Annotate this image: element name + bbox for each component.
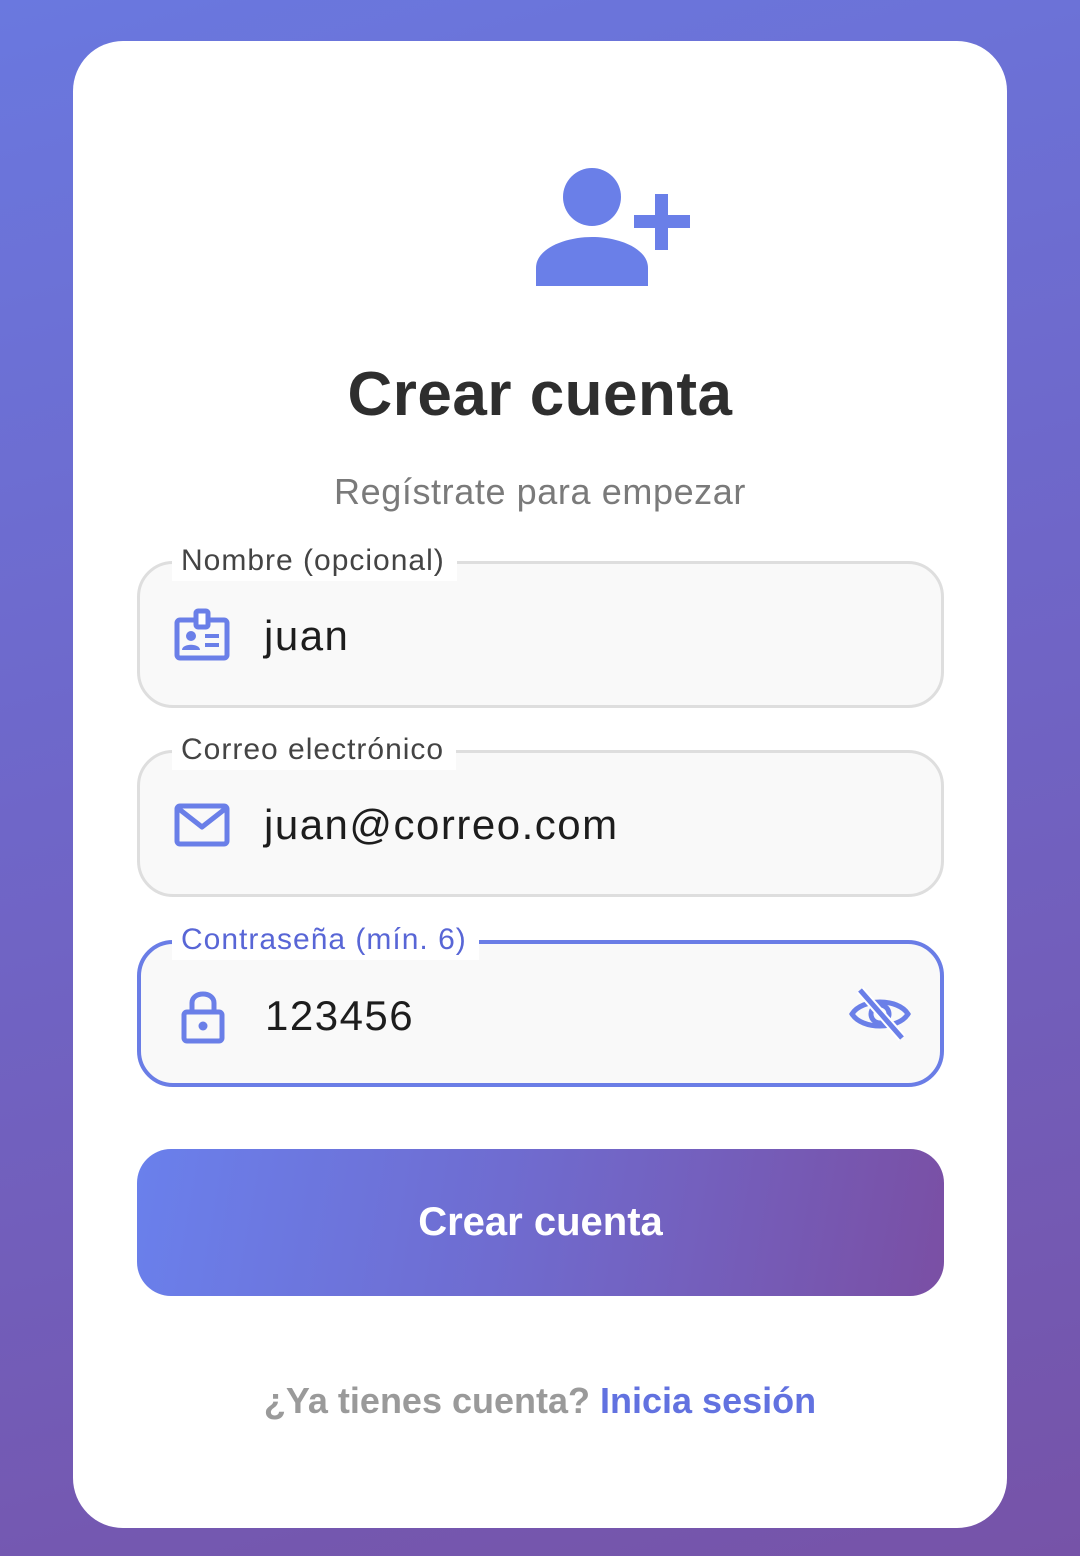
page-subtitle: Regístrate para empezar xyxy=(334,471,746,512)
email-field-label: Correo electrónico xyxy=(172,730,457,770)
name-field-label: Nombre (opcional) xyxy=(172,541,457,581)
password-input[interactable]: 123456 xyxy=(265,988,414,1044)
login-prompt-text: ¿Ya tienes cuenta? xyxy=(263,1380,590,1421)
person-add-icon xyxy=(536,168,690,286)
email-field[interactable]: Correo electrónico juan@correo.com xyxy=(137,730,944,897)
password-field[interactable]: Contraseña (mín. 6) 123456 xyxy=(137,920,944,1087)
create-account-button[interactable]: Crear cuenta xyxy=(137,1149,944,1296)
name-field[interactable]: Nombre (opcional) juan xyxy=(137,541,944,708)
badge-icon xyxy=(174,608,230,661)
page-title: Crear cuenta xyxy=(347,360,733,429)
email-input[interactable]: juan@correo.com xyxy=(264,797,619,853)
password-field-label: Contraseña (mín. 6) xyxy=(172,920,479,960)
login-link[interactable]: Inicia sesión xyxy=(600,1380,816,1421)
name-input[interactable]: juan xyxy=(264,608,349,664)
eye-off-icon[interactable] xyxy=(848,984,912,1044)
lock-icon xyxy=(181,991,225,1044)
mail-icon xyxy=(174,803,230,847)
login-prompt: ¿Ya tienes cuenta? Inicia sesión xyxy=(0,1380,1080,1422)
